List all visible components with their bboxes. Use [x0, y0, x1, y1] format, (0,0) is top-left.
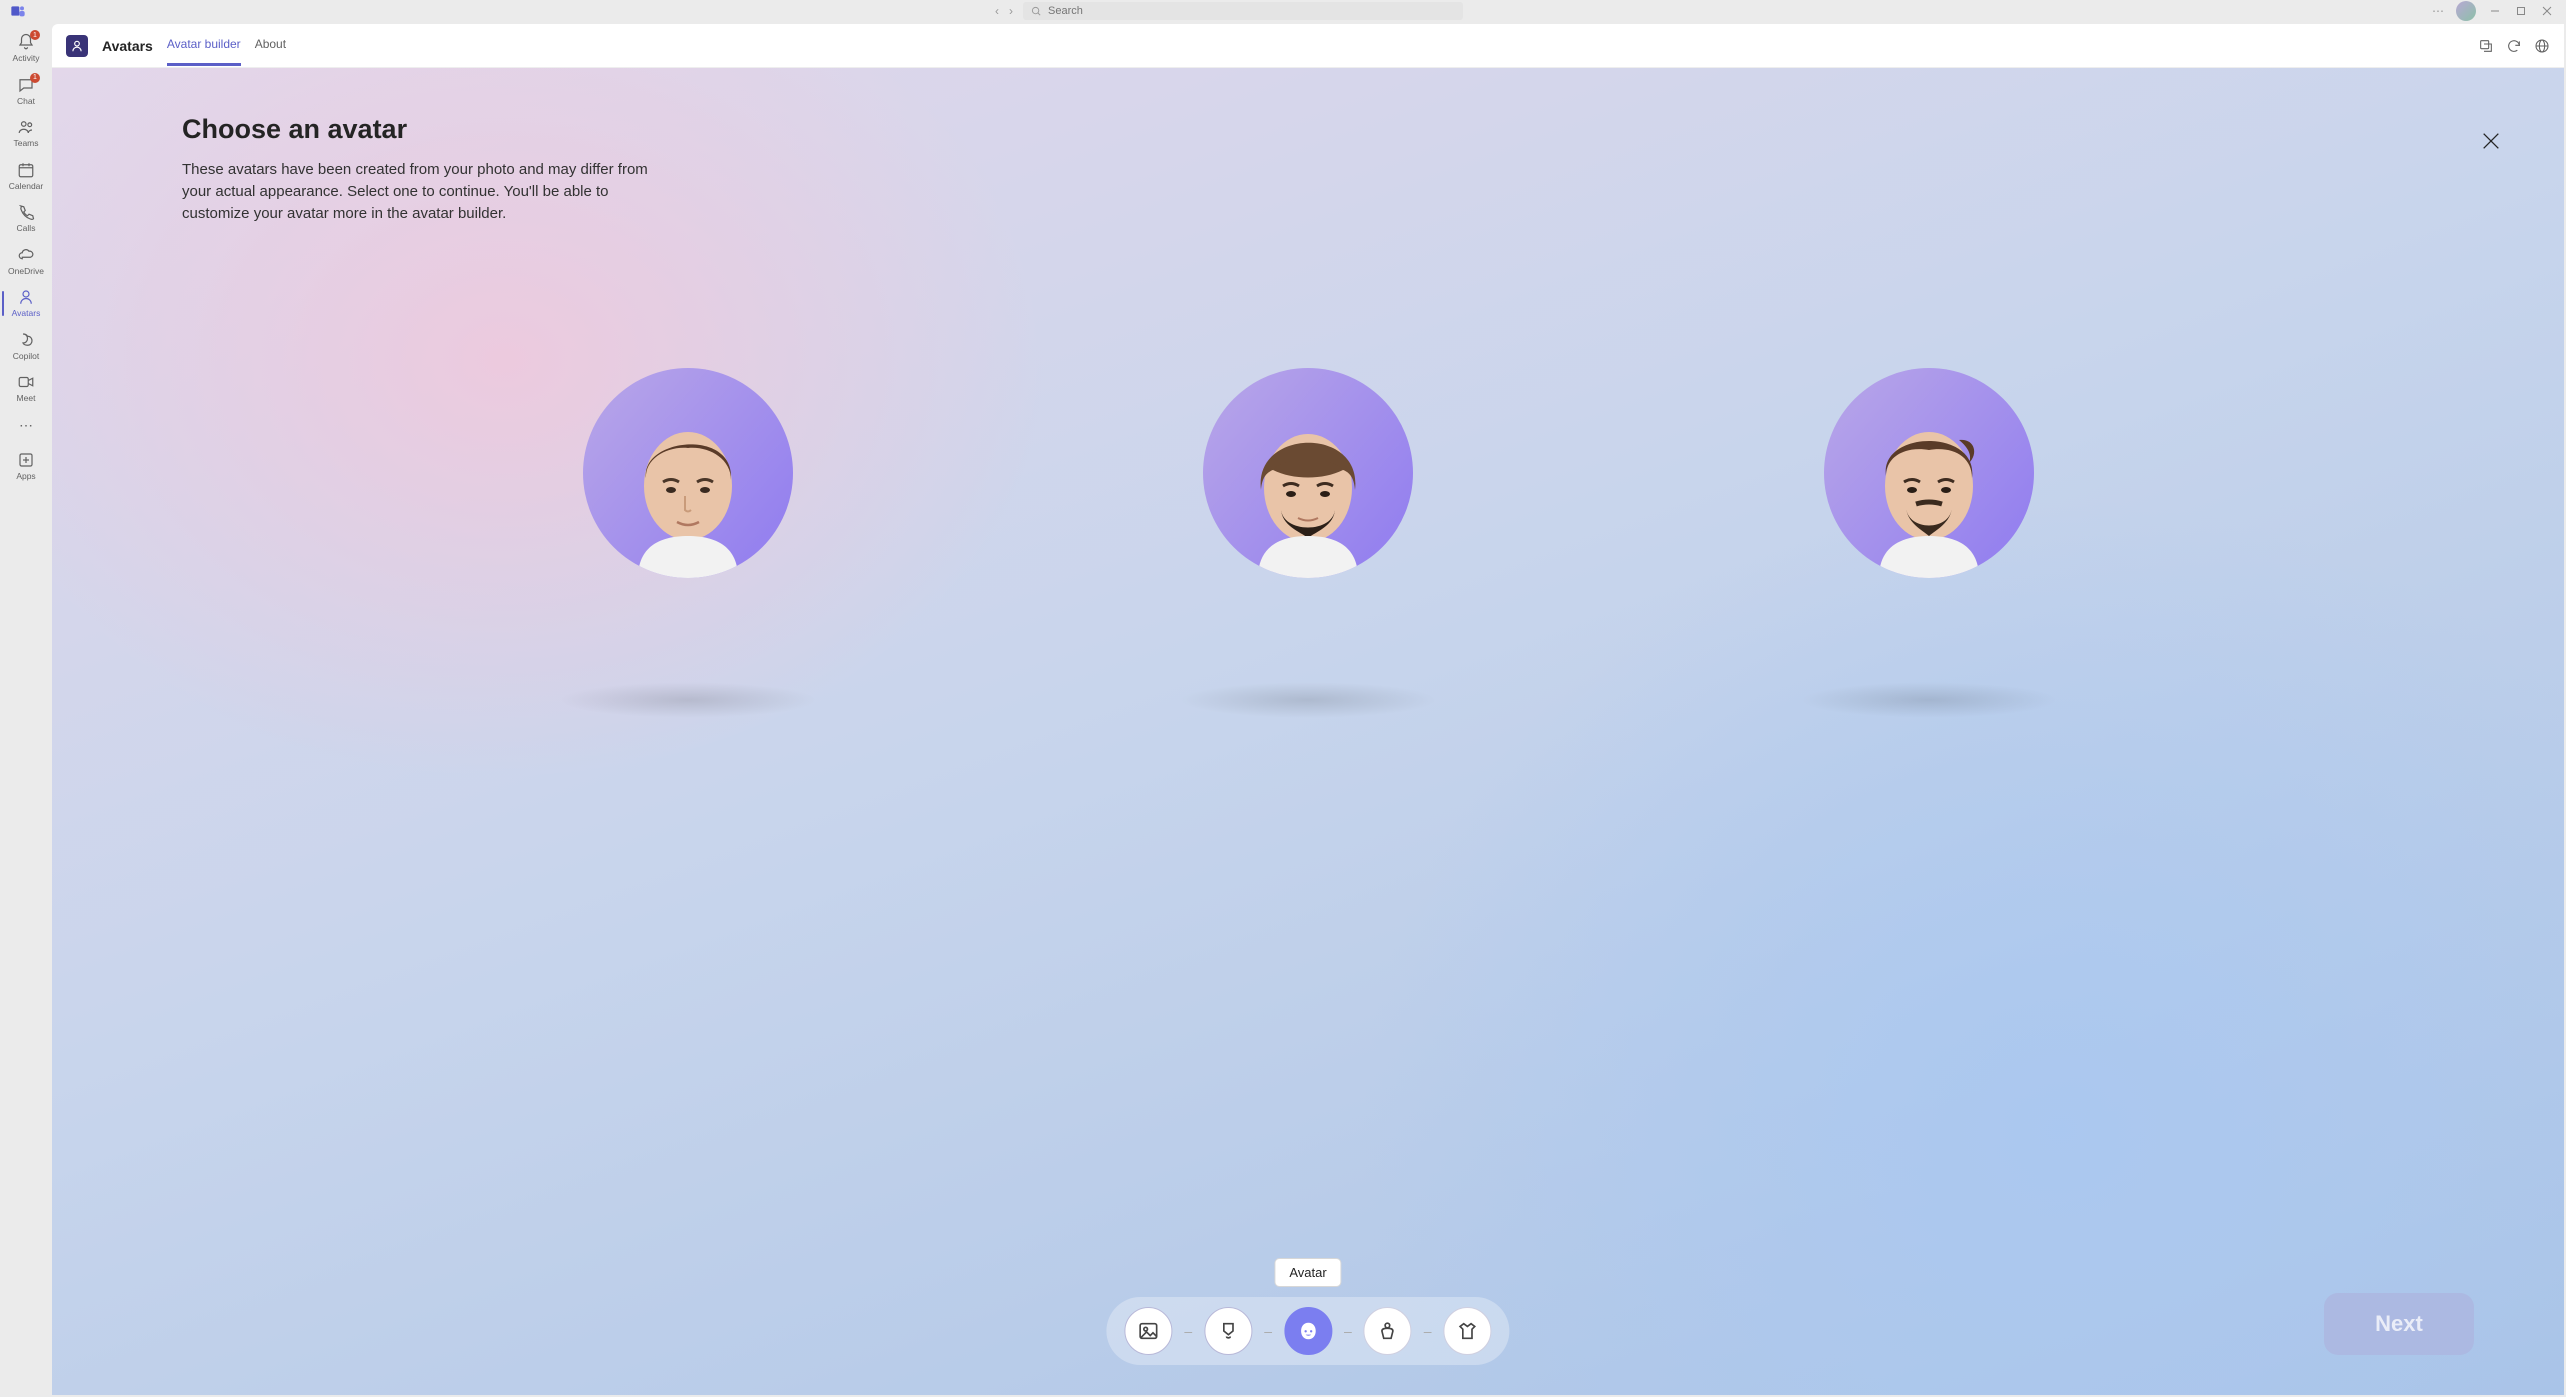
page-heading: Choose an avatar These avatars have been… [182, 114, 662, 224]
search-input[interactable] [1023, 2, 1463, 20]
rail-item-onedrive[interactable]: OneDrive [2, 241, 50, 282]
active-indicator [2, 291, 4, 316]
avatars-app-logo [66, 35, 88, 57]
step-separator: – [1264, 1323, 1272, 1339]
close-button[interactable] [2480, 130, 2502, 152]
avatar-option-3[interactable] [1824, 368, 2034, 578]
more-options-button[interactable]: ⋯ [2432, 4, 2444, 18]
shadow [1799, 682, 2059, 718]
stepper: – – – – [1106, 1297, 1509, 1365]
step-body[interactable] [1364, 1307, 1412, 1355]
rail-label: Avatars [12, 309, 41, 318]
rail-label: Apps [16, 472, 35, 481]
bell-icon: 1 [16, 32, 36, 52]
page-description: These avatars have been created from you… [182, 159, 662, 224]
step-photo[interactable] [1124, 1307, 1172, 1355]
close-window-button[interactable] [2540, 4, 2554, 18]
rail-item-teams[interactable]: Teams [2, 113, 50, 154]
avatar-icon [16, 287, 36, 307]
chat-icon: 1 [16, 75, 36, 95]
rail-label: Meet [17, 394, 36, 403]
rail-item-calls[interactable]: Calls [2, 198, 50, 239]
rail-label: Calendar [9, 182, 44, 191]
rail-item-meet[interactable]: Meet [2, 368, 50, 409]
avatar-option-1[interactable] [583, 368, 793, 578]
brush-icon [1217, 1320, 1239, 1342]
rail-more-button[interactable]: ⋯ [19, 411, 33, 440]
main-column: Avatars Avatar builder About Choose an a… [52, 24, 2564, 1395]
rail-item-avatars[interactable]: Avatars [2, 283, 50, 324]
titlebar: ‹ › ⋯ [0, 0, 2566, 22]
phone-icon [16, 202, 36, 222]
search-field[interactable] [1048, 5, 1455, 17]
app-title: Avatars [102, 38, 153, 54]
app-header: Avatars Avatar builder About [52, 24, 2564, 68]
step-outfit[interactable] [1444, 1307, 1492, 1355]
tab-about[interactable]: About [255, 25, 286, 66]
body-icon [1377, 1320, 1399, 1342]
rail-label: Activity [13, 54, 40, 63]
tab-avatar-builder[interactable]: Avatar builder [167, 25, 241, 66]
avatar-render [1824, 368, 2034, 578]
apps-icon [16, 450, 36, 470]
image-icon [1137, 1320, 1159, 1342]
badge: 1 [30, 73, 40, 83]
copilot-icon [16, 330, 36, 350]
rail-item-chat[interactable]: 1 Chat [2, 71, 50, 112]
calendar-icon [16, 160, 36, 180]
avatar-render [583, 368, 793, 578]
user-avatar[interactable] [2456, 1, 2476, 21]
rail-label: OneDrive [8, 267, 44, 276]
avatar-option-2[interactable] [1203, 368, 1413, 578]
rail-label: Teams [13, 139, 38, 148]
next-button[interactable]: Next [2324, 1293, 2474, 1355]
nav-forward-button[interactable]: › [1009, 4, 1013, 18]
minimize-button[interactable] [2488, 4, 2502, 18]
cloud-icon [16, 245, 36, 265]
next-button-label: Next [2375, 1311, 2423, 1337]
maximize-button[interactable] [2514, 4, 2528, 18]
rail-label: Calls [17, 224, 36, 233]
rail-item-calendar[interactable]: Calendar [2, 156, 50, 197]
left-nav-rail: 1 Activity 1 Chat Teams [0, 22, 52, 1397]
step-separator: – [1344, 1323, 1352, 1339]
video-icon [16, 372, 36, 392]
page-title: Choose an avatar [182, 114, 662, 145]
step-separator: – [1184, 1323, 1192, 1339]
refresh-icon[interactable] [2506, 38, 2522, 54]
shirt-icon [1457, 1320, 1479, 1342]
app-tabs: Avatar builder About [167, 25, 286, 66]
rail-item-copilot[interactable]: Copilot [2, 326, 50, 367]
rail-label: Copilot [13, 352, 39, 361]
globe-icon[interactable] [2534, 38, 2550, 54]
shadow [1178, 682, 1438, 718]
step-separator: – [1424, 1323, 1432, 1339]
face-icon [1297, 1320, 1319, 1342]
stepper-wrap: Avatar – – – [1106, 1258, 1509, 1365]
avatar-builder-canvas: Choose an avatar These avatars have been… [52, 68, 2564, 1395]
shadow [558, 682, 818, 718]
teams-logo-icon [10, 3, 26, 19]
app-shell: ‹ › ⋯ 1 Activity [0, 0, 2566, 1397]
avatar-render [1203, 368, 1413, 578]
avatar-options [52, 368, 2564, 578]
badge: 1 [30, 30, 40, 40]
people-icon [16, 117, 36, 137]
rail-item-apps[interactable]: Apps [2, 446, 50, 487]
popout-icon[interactable] [2478, 38, 2494, 54]
step-style[interactable] [1204, 1307, 1252, 1355]
step-avatar[interactable] [1284, 1307, 1332, 1355]
rail-label: Chat [17, 97, 35, 106]
step-tooltip: Avatar [1274, 1258, 1341, 1287]
rail-item-activity[interactable]: 1 Activity [2, 28, 50, 69]
nav-back-button[interactable]: ‹ [995, 4, 999, 18]
